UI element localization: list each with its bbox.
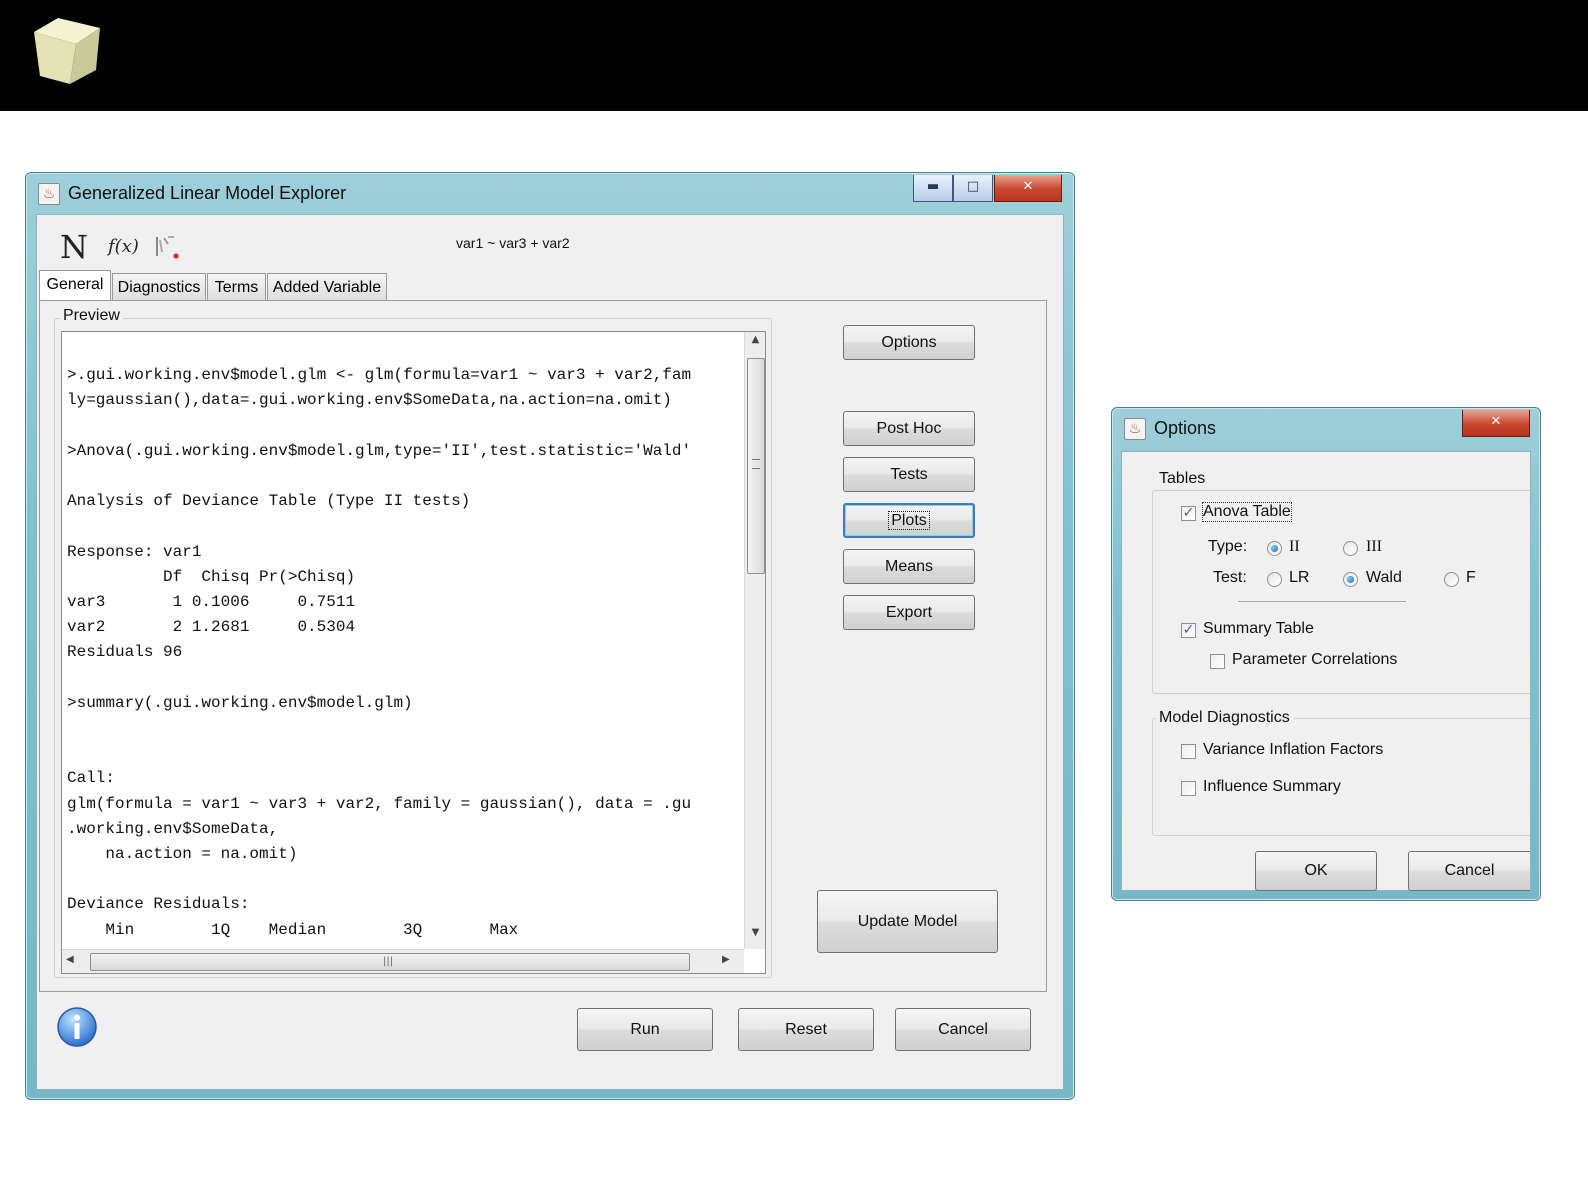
java-app-icon: ♨ xyxy=(1124,418,1146,440)
preview-line: glm(formula = var1 ~ var3 + var2, family… xyxy=(67,794,692,813)
run-button[interactable]: Run xyxy=(577,1008,713,1051)
preview-output: >.gui.working.env$model.glm <- glm(formu… xyxy=(67,338,691,943)
preview-line: na.action = na.omit) xyxy=(67,845,298,864)
preview-line xyxy=(67,464,691,489)
preview-line xyxy=(67,338,691,363)
variance-inflation-label[interactable]: Variance Inflation Factors xyxy=(1203,741,1383,759)
vertical-scroll-thumb[interactable] xyxy=(747,358,765,574)
scroll-down-arrow-icon[interactable]: ▼ xyxy=(745,927,765,947)
preview-line: var3 1 0.1006 0.7511 xyxy=(67,593,356,612)
parameter-correlations-checkbox[interactable] xyxy=(1210,654,1225,669)
preview-line: Df Chisq Pr(>Chisq) xyxy=(67,567,356,586)
variance-inflation-checkbox[interactable] xyxy=(1181,744,1196,759)
influence-summary-checkbox[interactable] xyxy=(1181,781,1196,796)
options-cancel-button[interactable]: Cancel xyxy=(1408,851,1530,891)
tests-button[interactable]: Tests xyxy=(843,457,975,492)
window-title: Generalized Linear Model Explorer xyxy=(68,183,347,203)
preview-line: Analysis of Deviance Table (Type II test… xyxy=(67,492,471,511)
function-icon[interactable]: f(x) xyxy=(108,236,139,257)
post-hoc-button[interactable]: Post Hoc xyxy=(843,411,975,446)
parameter-correlations-label[interactable]: Parameter Correlations xyxy=(1232,651,1397,669)
type-iii-label[interactable]: III xyxy=(1366,538,1382,556)
slide-header xyxy=(0,0,1588,111)
java-app-icon: ♨ xyxy=(38,183,60,205)
preview-line: .working.env$SomeData, xyxy=(67,819,279,838)
preview-line: Call: xyxy=(67,769,116,788)
cancel-button[interactable]: Cancel xyxy=(895,1008,1031,1051)
test-lr-label[interactable]: LR xyxy=(1289,569,1309,587)
options-title-bar[interactable]: ♨ Options ✕ xyxy=(1112,408,1540,448)
preview-line: Response: var1 xyxy=(67,542,202,561)
preview-line: Min 1Q Median 3Q Max xyxy=(67,920,519,939)
model-diagnostics-label: Model Diagnostics xyxy=(1156,709,1293,727)
preview-line xyxy=(67,716,691,741)
options-title: Options xyxy=(1154,418,1217,438)
model-diagnostics-group xyxy=(1152,718,1530,836)
options-button[interactable]: Options xyxy=(843,325,975,360)
type-label: Type: xyxy=(1208,538,1248,555)
normal-icon[interactable]: N xyxy=(60,228,88,266)
preview-line: var2 2 1.2681 0.5304 xyxy=(67,618,356,637)
tab-diagnostics[interactable]: Diagnostics xyxy=(112,273,206,300)
tab-added-variable[interactable]: Added Variable xyxy=(267,273,387,300)
plots-button[interactable]: Plots xyxy=(843,503,975,538)
summary-table-label[interactable]: Summary Table xyxy=(1203,620,1314,638)
influence-summary-label[interactable]: Influence Summary xyxy=(1203,778,1341,796)
options-close-button[interactable]: ✕ xyxy=(1462,410,1530,437)
preview-line: Residuals 96 xyxy=(67,643,183,662)
scroll-up-arrow-icon[interactable]: ▲ xyxy=(745,334,765,354)
preview-line xyxy=(67,666,691,691)
scroll-left-arrow-icon[interactable]: ◀ xyxy=(66,954,74,965)
preview-line: >.gui.working.env$model.glm <- glm(formu… xyxy=(67,366,692,385)
tables-group-label: Tables xyxy=(1156,470,1209,488)
scroll-right-arrow-icon[interactable]: ▶ xyxy=(722,954,730,965)
preview-label: Preview xyxy=(60,307,123,325)
formula-label: var1 ~ var3 + var2 xyxy=(456,235,570,251)
title-bar[interactable]: ♨ Generalized Linear Model Explorer ▬ □ … xyxy=(26,173,1074,213)
preview-line: Deviance Residuals: xyxy=(67,895,250,914)
tab-general[interactable]: General xyxy=(39,270,111,301)
preview-line xyxy=(67,867,691,892)
separator xyxy=(1238,601,1406,602)
type-ii-radio[interactable] xyxy=(1267,541,1282,556)
means-button[interactable]: Means xyxy=(843,549,975,584)
summary-table-checkbox[interactable]: ✓ xyxy=(1181,623,1196,638)
test-wald-label[interactable]: Wald xyxy=(1366,569,1402,587)
test-f-label[interactable]: F xyxy=(1466,569,1476,587)
test-wald-radio[interactable] xyxy=(1343,572,1358,587)
preview-line xyxy=(67,414,691,439)
preview-line xyxy=(67,741,691,766)
horizontal-scrollbar[interactable]: ◀ ||| ▶ xyxy=(62,949,744,973)
maximize-button[interactable]: □ xyxy=(953,175,993,202)
ok-button[interactable]: OK xyxy=(1255,851,1377,891)
preview-line: >Anova(.gui.working.env$model.glm,type='… xyxy=(67,441,692,460)
anova-table-label[interactable]: Anova Table xyxy=(1202,502,1292,522)
test-lr-radio[interactable] xyxy=(1267,572,1282,587)
preview-text-area[interactable]: >.gui.working.env$model.glm <- glm(formu… xyxy=(61,331,766,974)
test-f-radio[interactable] xyxy=(1444,572,1459,587)
cube-logo-icon xyxy=(34,18,100,84)
tab-terms[interactable]: Terms xyxy=(207,273,266,300)
horizontal-scroll-thumb[interactable]: ||| xyxy=(90,953,690,971)
reset-button[interactable]: Reset xyxy=(738,1008,874,1051)
info-icon[interactable] xyxy=(56,1006,98,1048)
type-iii-radio[interactable] xyxy=(1343,541,1358,556)
anova-table-checkbox[interactable]: ✓ xyxy=(1181,506,1196,521)
close-button[interactable]: ✕ xyxy=(994,175,1062,202)
type-ii-label[interactable]: II xyxy=(1289,538,1300,556)
scatter-plot-icon[interactable] xyxy=(154,234,184,260)
vertical-scrollbar[interactable]: ▲ ▼ xyxy=(744,332,765,949)
preview-line xyxy=(67,514,691,539)
update-model-button[interactable]: Update Model xyxy=(817,890,998,953)
preview-line: ly=gaussian(),data=.gui.working.env$Some… xyxy=(67,391,672,410)
test-label: Test: xyxy=(1213,569,1247,586)
minimize-button[interactable]: ▬ xyxy=(913,175,953,202)
export-button[interactable]: Export xyxy=(843,595,975,630)
preview-line: >summary(.gui.working.env$model.glm) xyxy=(67,693,413,712)
